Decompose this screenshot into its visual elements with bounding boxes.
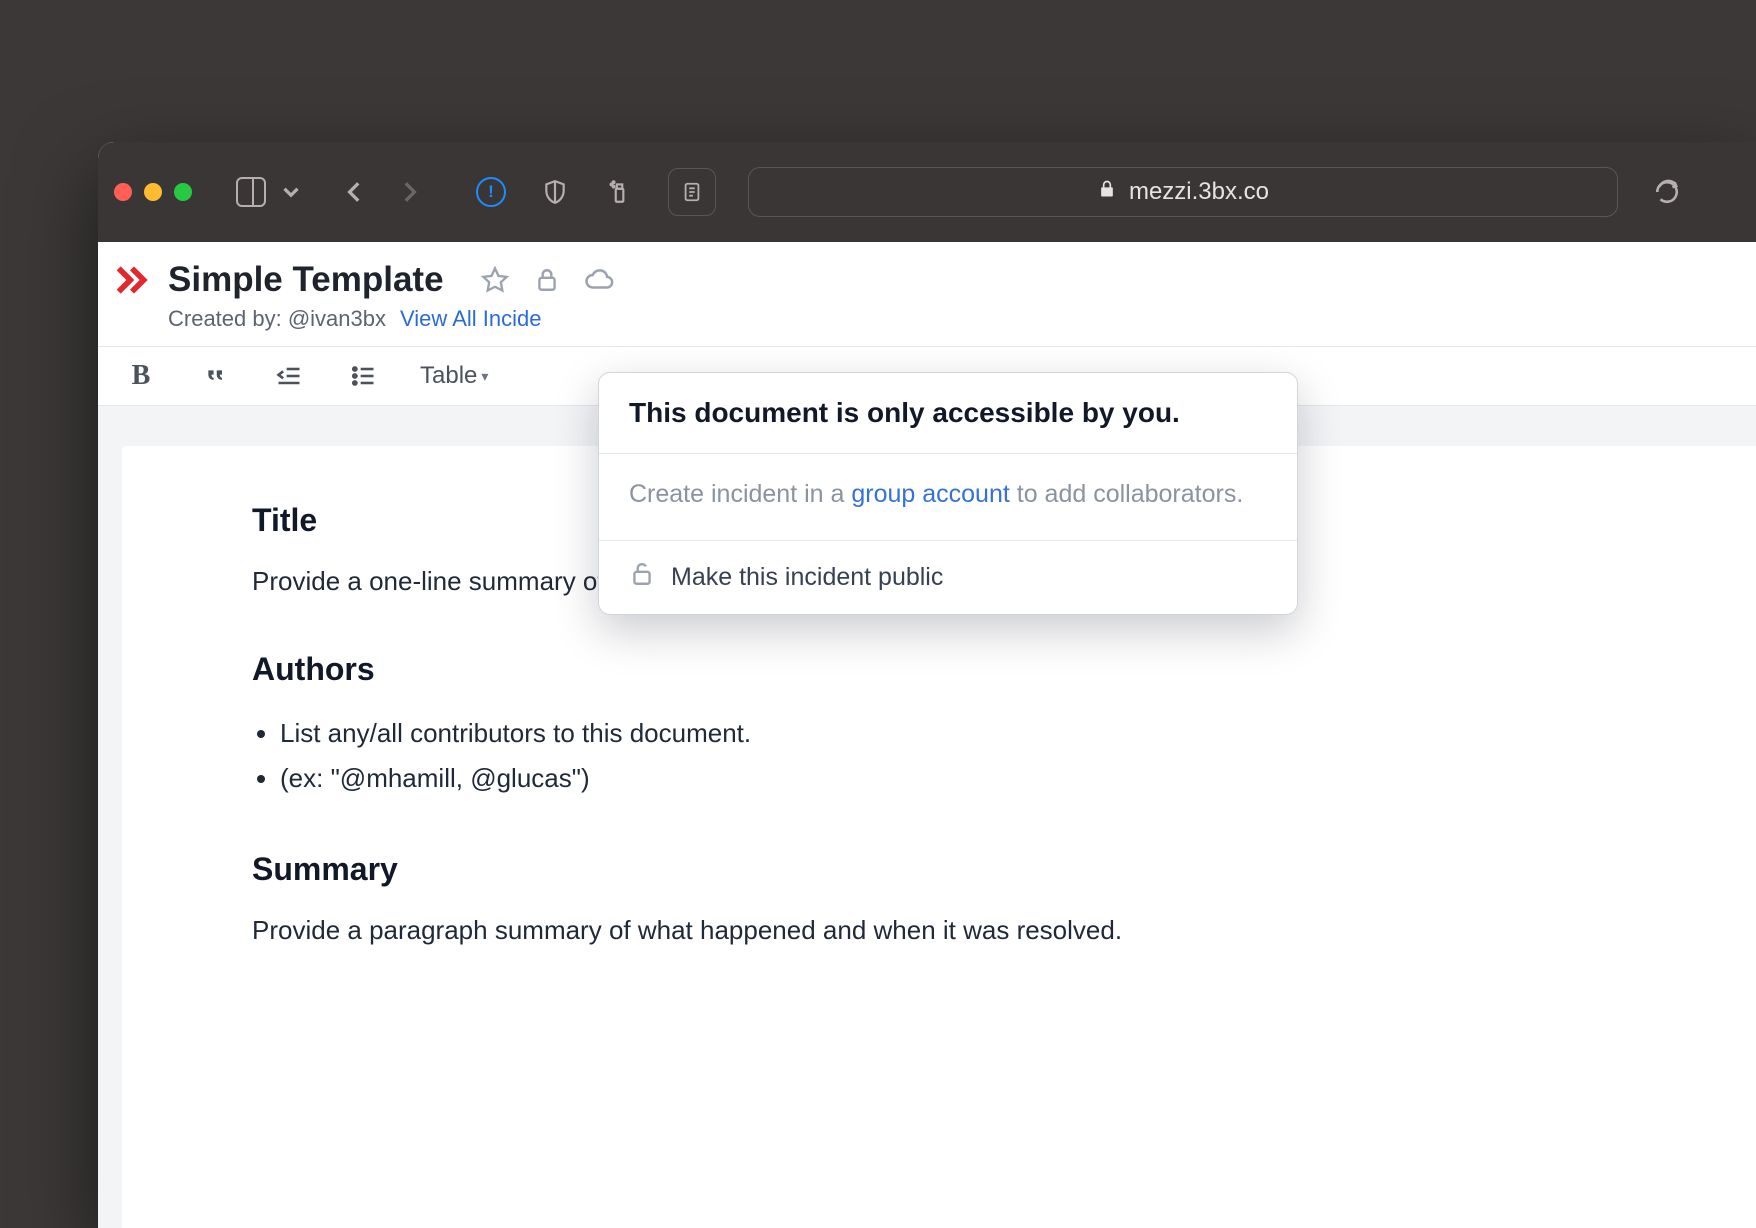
table-dropdown-label: Table <box>420 362 477 390</box>
browser-toolbar: ! mezzi.3bx.co <box>98 142 1756 242</box>
popover-body: Create incident in a group account to ad… <box>599 454 1297 541</box>
lock-icon <box>1097 178 1117 206</box>
view-all-incidents-link[interactable]: View All Incide <box>400 306 541 332</box>
section-paragraph[interactable]: Provide a paragraph summary of what happ… <box>252 911 1636 950</box>
caret-down-icon: ▾ <box>481 368 488 385</box>
extension-spray-icon[interactable] <box>604 177 634 207</box>
make-public-label: Make this incident public <box>671 563 943 592</box>
make-public-button[interactable]: Make this incident public <box>599 541 1297 614</box>
popover-body-text: Create incident in a <box>629 480 851 508</box>
list-item[interactable]: List any/all contributors to this docume… <box>280 711 1636 756</box>
tab-group-dropdown[interactable] <box>276 177 306 207</box>
window-controls <box>114 183 192 201</box>
browser-window: ! mezzi.3bx.co <box>98 142 1756 1228</box>
table-dropdown[interactable]: Table ▾ <box>420 362 488 390</box>
app-logo-icon[interactable] <box>112 260 152 300</box>
bullet-list-button[interactable] <box>346 359 380 393</box>
group-account-link[interactable]: group account <box>851 480 1009 508</box>
nav-forward-button[interactable] <box>394 177 424 207</box>
address-bar[interactable]: mezzi.3bx.co <box>748 167 1618 217</box>
window-maximize-button[interactable] <box>174 183 192 201</box>
document-header: Simple Template <box>98 242 1756 300</box>
reload-button[interactable] <box>1652 177 1682 207</box>
section-heading-authors[interactable]: Authors <box>252 645 1636 693</box>
outdent-button[interactable] <box>272 359 306 393</box>
document-title[interactable]: Simple Template <box>168 260 444 300</box>
list-item[interactable]: (ex: "@mhamill, @glucas") <box>280 756 1636 801</box>
blockquote-button[interactable] <box>198 359 232 393</box>
section-list[interactable]: List any/all contributors to this docume… <box>252 711 1636 801</box>
visibility-popover: This document is only accessible by you.… <box>598 372 1298 615</box>
lock-icon[interactable] <box>532 265 562 295</box>
privacy-shield-icon[interactable] <box>540 177 570 207</box>
reader-mode-button[interactable] <box>668 168 716 216</box>
address-bar-url: mezzi.3bx.co <box>1129 178 1269 206</box>
nav-back-button[interactable] <box>340 177 370 207</box>
created-by-label: Created by: @ivan3bx <box>168 306 386 332</box>
star-icon[interactable] <box>480 265 510 295</box>
section-heading-summary[interactable]: Summary <box>252 845 1636 893</box>
window-close-button[interactable] <box>114 183 132 201</box>
sidebar-toggle-button[interactable] <box>236 177 266 207</box>
cloud-icon[interactable] <box>584 265 614 295</box>
unlock-icon <box>629 561 655 594</box>
sidebar-icon <box>236 177 266 207</box>
document-meta: Created by: @ivan3bx View All Incide <box>98 300 1756 347</box>
window-minimize-button[interactable] <box>144 183 162 201</box>
popover-heading: This document is only accessible by you. <box>599 373 1297 454</box>
bold-button[interactable]: B <box>124 359 158 393</box>
extension-1password-icon[interactable]: ! <box>476 177 506 207</box>
popover-body-suffix: to add collaborators. <box>1010 480 1243 508</box>
